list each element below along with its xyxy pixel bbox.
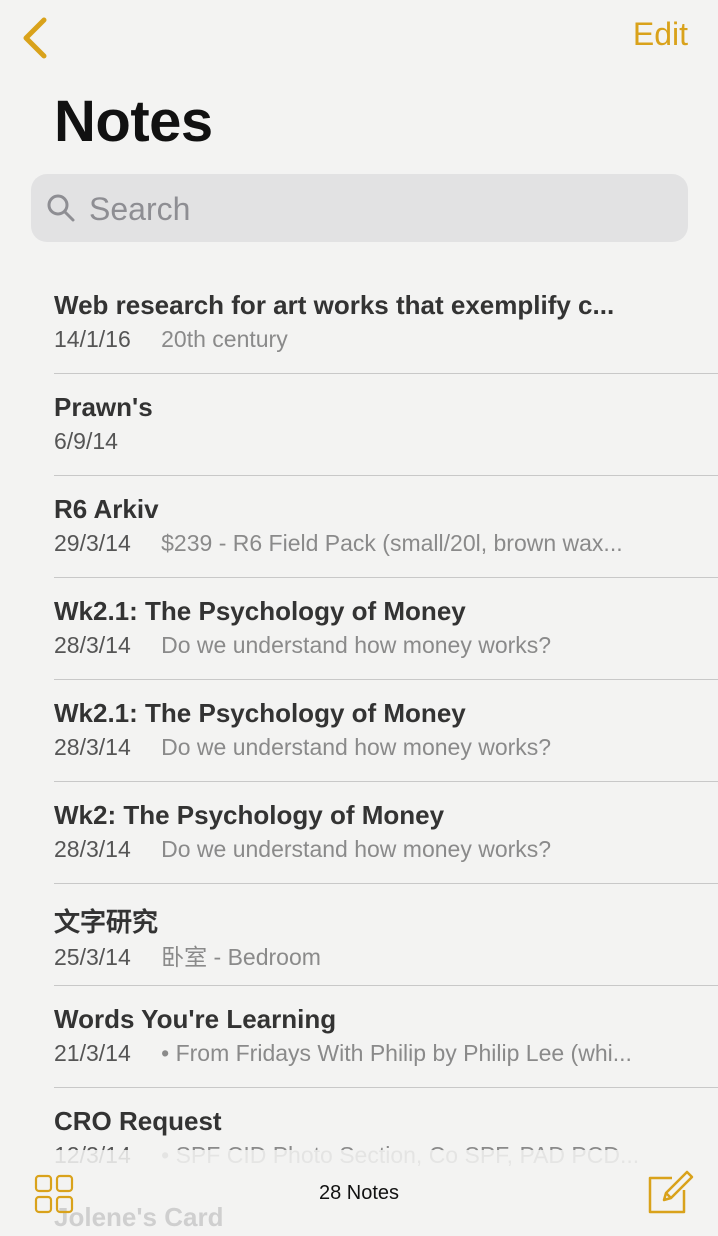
note-count: 28 Notes: [318, 1182, 400, 1204]
note-date: 28/3/14: [54, 734, 131, 760]
navigation-bar: Edit: [0, 0, 718, 80]
note-title: CRO Request: [54, 1106, 222, 1136]
note-title: Wk2.1: The Psychology of Money: [54, 698, 466, 728]
chevron-left-icon: [23, 17, 47, 59]
note-date: 28/3/14: [54, 836, 131, 862]
note-date: 14/1/16: [54, 326, 131, 352]
note-title: Wk2: The Psychology of Money: [54, 800, 445, 830]
note-title: 文字研究: [54, 907, 159, 937]
bottom-toolbar: Jolene's Card 28 Notes: [0, 1150, 718, 1236]
note-list-item[interactable]: Wk2.1: The Psychology of Money 28/3/14 D…: [54, 680, 718, 782]
note-preview: 卧室 - Bedroom: [161, 944, 321, 970]
note-list-item[interactable]: Prawn's 6/9/14: [54, 374, 718, 476]
search-icon: [47, 194, 75, 222]
note-title: Web research for art works that exemplif…: [54, 290, 615, 320]
partially-hidden-note-title: Jolene's Card: [54, 1202, 224, 1232]
note-meta: 14/1/16 20th century: [54, 326, 654, 353]
note-date: 29/3/14: [54, 530, 131, 556]
note-meta: 28/3/14 Do we understand how money works…: [54, 734, 654, 761]
note-meta: 28/3/14 Do we understand how money works…: [54, 836, 654, 863]
note-date: 6/9/14: [54, 428, 118, 454]
note-date: 21/3/14: [54, 1040, 131, 1066]
note-meta: 28/3/14 Do we understand how money works…: [54, 632, 654, 659]
note-title: Words You're Learning: [54, 1004, 337, 1034]
search-bar[interactable]: [31, 174, 688, 244]
note-preview: Do we understand how money works?: [161, 734, 552, 760]
compose-icon: [648, 1170, 694, 1214]
note-meta: 6/9/14: [54, 428, 654, 455]
search-input[interactable]: [87, 174, 671, 244]
note-preview: • From Fridays With Philip by Philip Lee…: [161, 1040, 632, 1066]
note-title: Prawn's: [54, 392, 153, 422]
note-list-item[interactable]: Web research for art works that exemplif…: [54, 272, 718, 374]
note-preview: Do we understand how money works?: [161, 836, 552, 862]
note-date: 28/3/14: [54, 632, 131, 658]
note-title: R6 Arkiv: [54, 494, 159, 524]
note-list-item[interactable]: Wk2: The Psychology of Money 28/3/14 Do …: [54, 782, 718, 884]
note-preview: 20th century: [161, 326, 288, 352]
compose-button[interactable]: [646, 1168, 694, 1216]
note-meta: 25/3/14 卧室 - Bedroom: [54, 938, 654, 972]
note-list-item[interactable]: Words You're Learning 21/3/14 • From Fri…: [54, 986, 718, 1088]
edit-button[interactable]: Edit: [633, 16, 688, 53]
note-list-item[interactable]: R6 Arkiv 29/3/14 $239 - R6 Field Pack (s…: [54, 476, 718, 578]
note-meta: 29/3/14 $239 - R6 Field Pack (small/20l,…: [54, 530, 654, 557]
note-list: Web research for art works that exemplif…: [0, 272, 718, 1189]
note-preview: $239 - R6 Field Pack (small/20l, brown w…: [161, 530, 623, 556]
note-date: 25/3/14: [54, 944, 131, 970]
note-preview: Do we understand how money works?: [161, 632, 552, 658]
page-title: Notes: [54, 89, 213, 154]
back-button[interactable]: [16, 14, 56, 62]
note-list-item[interactable]: 文字研究 25/3/14 卧室 - Bedroom: [54, 884, 718, 986]
note-meta: 21/3/14 • From Fridays With Philip by Ph…: [54, 1040, 654, 1067]
note-list-item[interactable]: Wk2.1: The Psychology of Money 28/3/14 D…: [54, 578, 718, 680]
note-title: Wk2.1: The Psychology of Money: [54, 596, 466, 626]
